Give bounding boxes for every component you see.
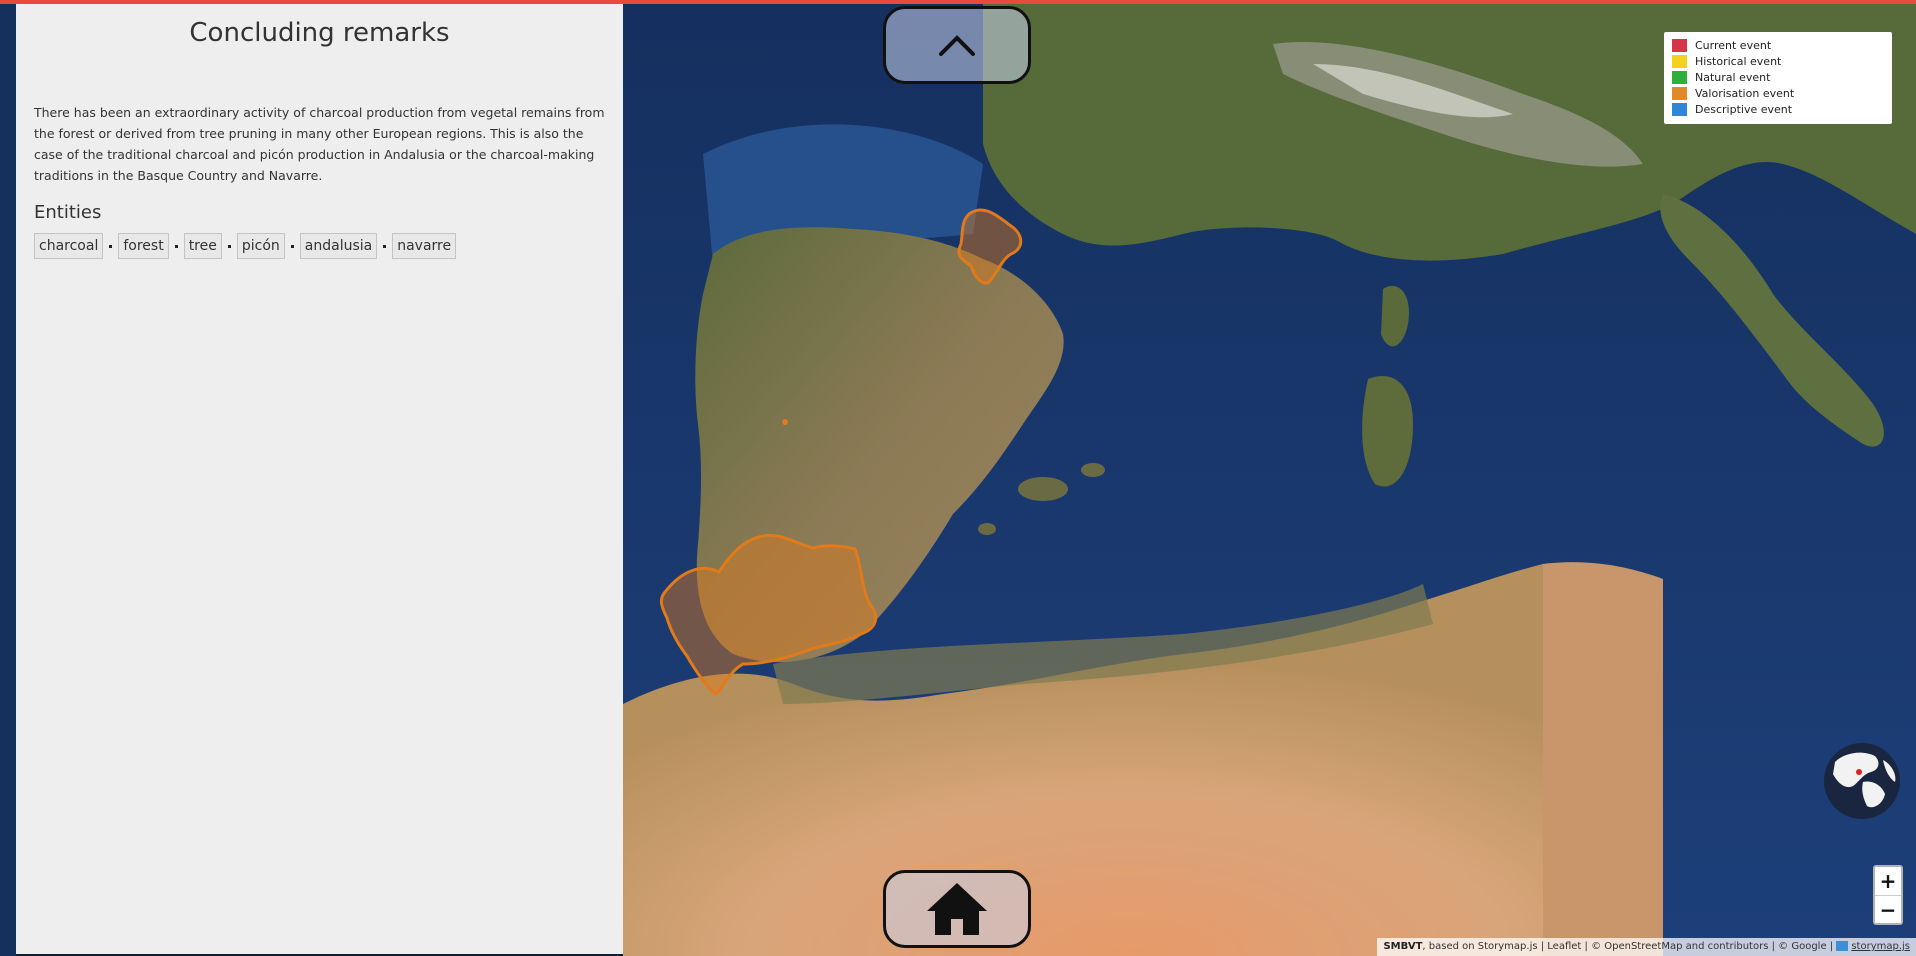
legend-label: Valorisation event <box>1695 86 1795 100</box>
entity-tag-navarre[interactable]: navarre <box>392 233 457 259</box>
entity-tag-charcoal[interactable]: charcoal <box>34 233 104 259</box>
entity-tag-picon[interactable]: picón <box>236 233 285 259</box>
entity-separator <box>290 244 294 248</box>
legend-swatch <box>1672 38 1687 52</box>
home-icon <box>927 883 987 935</box>
attribution-text: , based on Storymap.js | Leaflet | © Ope… <box>1422 941 1837 952</box>
map-attribution: SMBVT, based on Storymap.js | Leaflet | … <box>1377 938 1916 956</box>
entity-separator <box>227 244 231 248</box>
entity-separator <box>109 244 113 248</box>
zoom-control: + − <box>1873 865 1903 925</box>
attribution-brand: SMBVT <box>1383 941 1423 952</box>
legend-item: Historical event <box>1672 53 1884 69</box>
home-button[interactable] <box>883 870 1031 948</box>
entity-separator <box>383 244 387 248</box>
legend-item: Valorisation event <box>1672 85 1884 101</box>
legend-swatch <box>1672 86 1687 100</box>
entity-separator <box>174 244 178 248</box>
map-imagery <box>623 4 1916 956</box>
legend-label: Descriptive event <box>1695 102 1793 116</box>
region-marker[interactable] <box>782 419 788 425</box>
legend-swatch <box>1672 70 1687 84</box>
story-panel: Concluding remarks There has been an ext… <box>16 4 623 954</box>
entities-list: charcoal forest tree picón andalusia nav… <box>34 233 605 259</box>
zoom-in-button[interactable]: + <box>1875 867 1901 896</box>
legend-item: Descriptive event <box>1672 101 1884 117</box>
legend-label: Natural event <box>1695 70 1771 84</box>
satellite-map[interactable] <box>623 4 1916 956</box>
entity-tag-andalusia[interactable]: andalusia <box>299 233 378 259</box>
zoom-out-button[interactable]: − <box>1875 896 1901 924</box>
entity-tag-tree[interactable]: tree <box>183 233 222 259</box>
legend-swatch <box>1672 102 1687 116</box>
legend-item: Natural event <box>1672 69 1884 85</box>
entities-heading: Entities <box>34 202 102 223</box>
left-map-strip <box>0 0 16 956</box>
event-legend: Current event Historical event Natural e… <box>1664 32 1892 124</box>
storymap-logo-icon <box>1836 941 1849 951</box>
legend-label: Current event <box>1695 38 1772 52</box>
legend-item: Current event <box>1672 37 1884 53</box>
attribution-link[interactable]: storymap.js <box>1851 941 1910 952</box>
legend-swatch <box>1672 54 1687 68</box>
entity-tag-forest[interactable]: forest <box>118 233 169 259</box>
location-marker-icon <box>1856 769 1862 775</box>
top-accent-bar <box>0 0 1916 4</box>
globe-minimap[interactable] <box>1823 742 1901 820</box>
legend-label: Historical event <box>1695 54 1782 68</box>
slide-title: Concluding remarks <box>189 18 450 48</box>
previous-slide-button[interactable] <box>883 6 1031 84</box>
chevron-up-icon <box>939 35 975 56</box>
slide-description: There has been an extraordinary activity… <box>34 105 605 183</box>
